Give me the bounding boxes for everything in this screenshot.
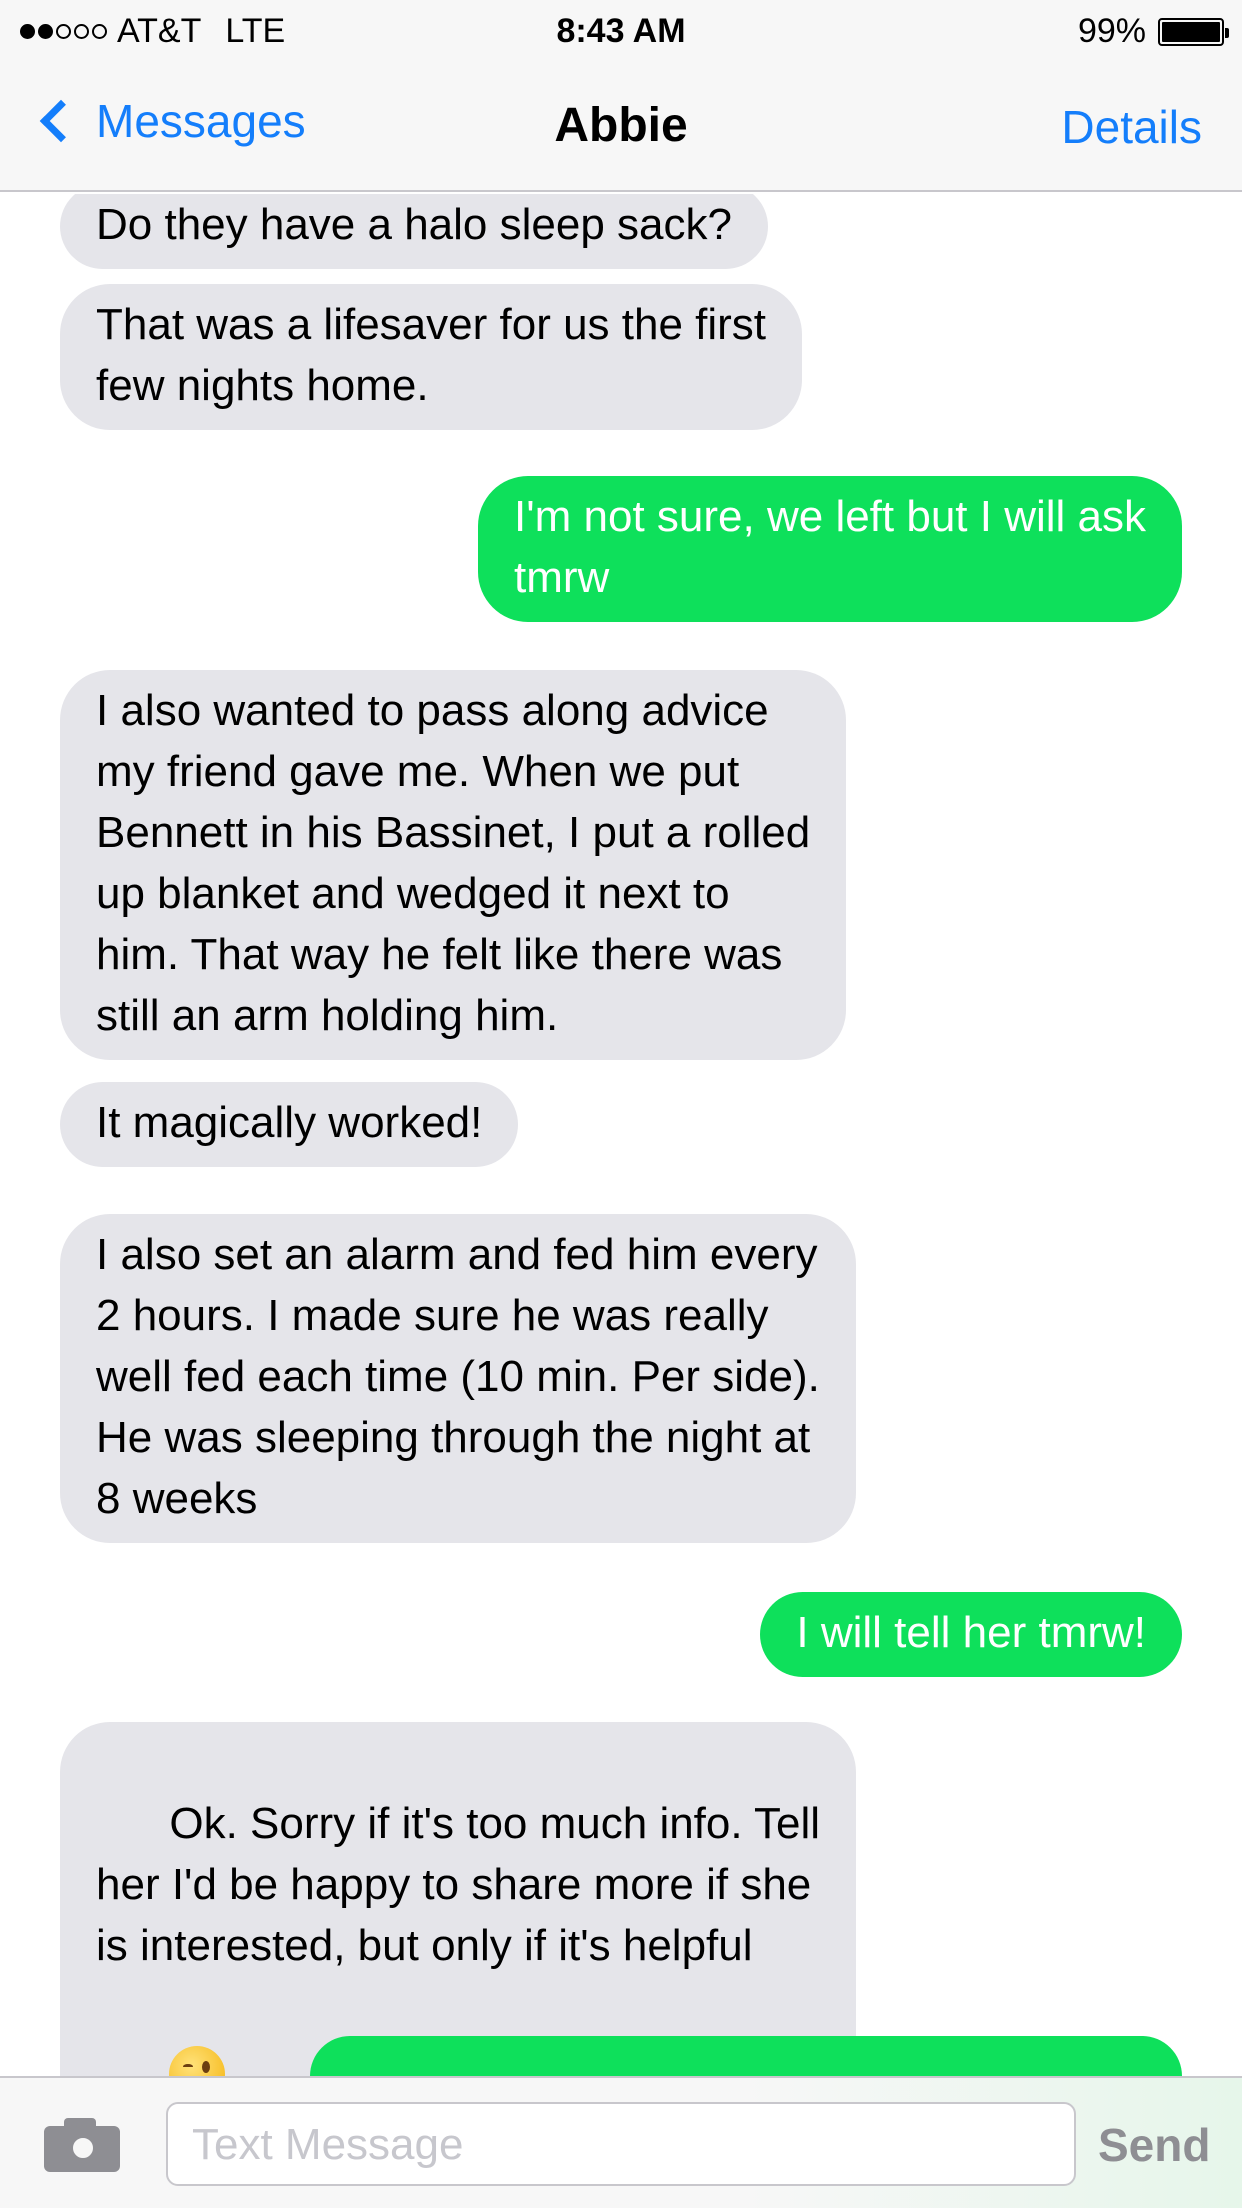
message-input[interactable]: Text Message bbox=[166, 2102, 1076, 2186]
message-bubble-outgoing-partial[interactable] bbox=[310, 2036, 1182, 2076]
status-time: 8:43 AM bbox=[556, 12, 686, 50]
message-bubble-incoming[interactable]: Ok. Sorry if it's too much info. Tell he… bbox=[60, 1722, 857, 2076]
message-bubble-outgoing[interactable]: I'm not sure, we left but I will ask tmr… bbox=[478, 476, 1212, 624]
send-button[interactable]: Send bbox=[1098, 2118, 1210, 2172]
message-thread[interactable]: Do they have a halo sleep sack? That was… bbox=[0, 194, 1242, 2076]
battery-icon bbox=[1158, 17, 1229, 46]
message-bubble-incoming[interactable]: Do they have a halo sleep sack? bbox=[60, 194, 768, 269]
status-bar: AT&T LTE 8:43 AM 99% bbox=[0, 0, 1242, 60]
camera-icon[interactable] bbox=[44, 2116, 120, 2172]
message-bubble-incoming[interactable]: That was a lifesaver for us the first fe… bbox=[29, 284, 803, 432]
message-text: Ok. Sorry if it's too much info. Tell he… bbox=[96, 1799, 821, 1970]
message-bubble-incoming[interactable]: I also wanted to pass along advice my fr… bbox=[60, 670, 847, 1060]
status-right: 99% bbox=[1077, 12, 1229, 51]
compose-bar: Text Message Send bbox=[0, 2076, 1242, 2208]
winking-face-icon bbox=[169, 2046, 226, 2076]
message-bubble-incoming[interactable]: I also set an alarm and fed him every 2 … bbox=[30, 1214, 856, 1545]
conversation-title: Abbie bbox=[554, 99, 688, 152]
battery-percent: 99% bbox=[1077, 12, 1146, 50]
details-button[interactable]: Details bbox=[1061, 100, 1202, 154]
navigation-bar: Messages Abbie Details bbox=[0, 60, 1242, 192]
message-bubble-incoming[interactable]: It magically worked! bbox=[29, 1082, 519, 1169]
message-bubble-outgoing[interactable]: I will tell her tmrw! bbox=[760, 1592, 1212, 1679]
messages-screen: AT&T LTE 8:43 AM 99% Messages Abbie Deta… bbox=[0, 0, 1242, 2208]
